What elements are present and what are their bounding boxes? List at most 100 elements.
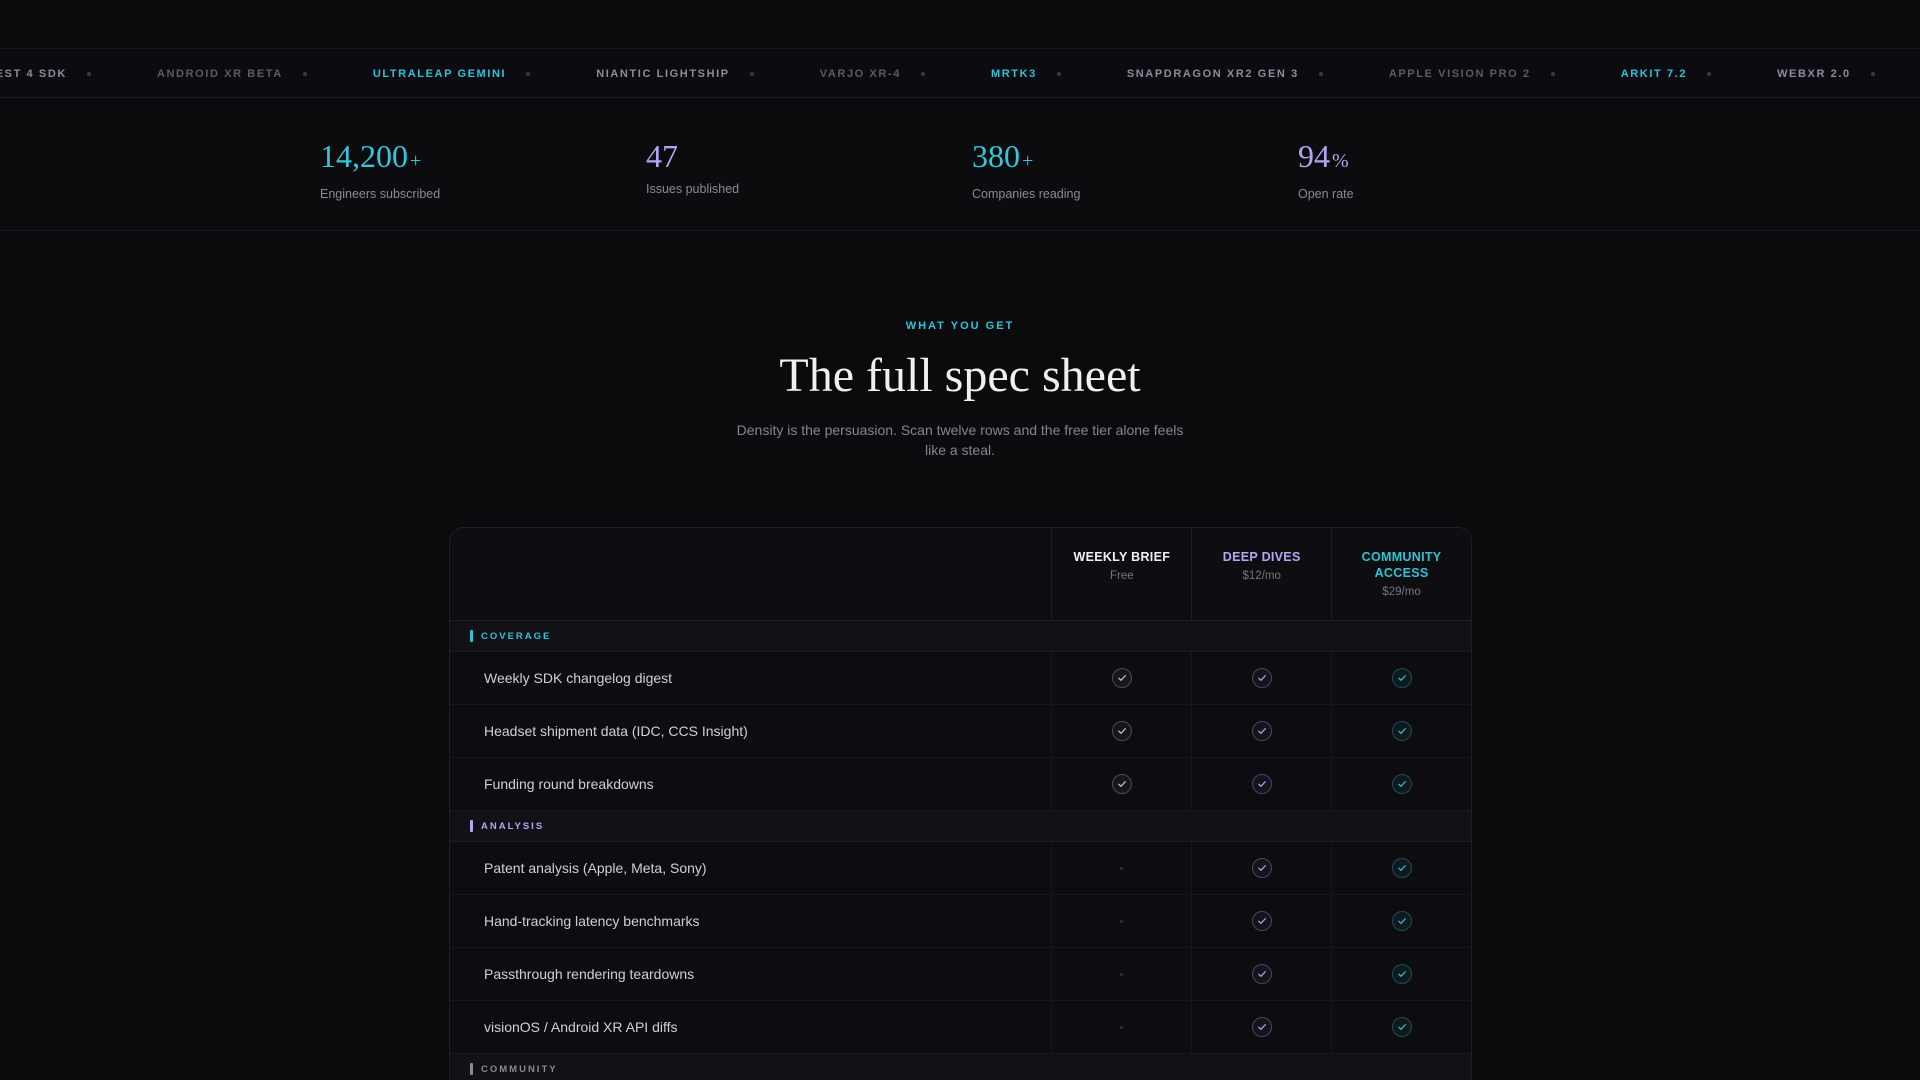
feature-cell [1191,705,1331,757]
stat-value: 94% [1298,138,1354,179]
stat-number: 47 [646,138,678,174]
plan-column-header: WEEKLY BRIEF Free [1051,528,1191,620]
check-icon [1391,721,1412,741]
stat-item: 94% Open rate [1298,138,1354,201]
stat-value: 14,200 + [320,138,440,179]
feature-cell [1051,842,1191,894]
stat-item: 380 + Companies reading [972,138,1080,201]
stat-item: 14,200 + Engineers subscribed [320,138,440,201]
not-included-dot-icon [1120,1025,1124,1029]
feature-cell [1051,705,1191,757]
check-icon [1391,911,1412,931]
stats-band: 14,200 + Engineers subscribed 47 Issues publ… [0,98,1920,231]
table-row: Funding round breakdowns [450,758,1471,811]
stat-suffix: % [1332,150,1349,172]
stat-label: Issues published [646,182,740,196]
feature-label: Passthrough rendering teardowns [484,966,695,982]
section-subtitle: Density is the persuasion. Scan twelve r… [736,422,1184,458]
stat-suffix: + [1022,150,1034,172]
plan-name: COMMUNITY ACCESS [1361,550,1442,580]
check-icon [1251,668,1272,688]
feature-cell [1051,948,1191,1000]
feature-group-header: COVERAGE [450,621,1471,652]
not-included-dot-icon [1120,972,1124,976]
stat-label: Companies reading [972,187,1081,201]
check-icon [1251,721,1272,741]
ticker-item: ARKIT 7.2 [1621,68,1777,80]
ticker-item: WEBXR 2.0 [1777,68,1920,80]
feature-cell [1191,1001,1331,1053]
table-row: Headset shipment data (IDC, CCS Insight) [450,705,1471,758]
feature-cell [1331,842,1471,894]
feature-cell [1331,758,1471,810]
ticker-item-label: WEBXR 2.0 [1777,68,1851,80]
feature-cell [1051,895,1191,947]
ticker-item: QUEST 4 SDK [0,68,157,80]
group-accent-bar [470,820,473,832]
spec-section-header: WHAT YOU GET The full spec sheet Density… [0,320,1920,460]
feature-cell [1051,758,1191,810]
stat-label: Engineers subscribed [320,187,441,201]
feature-cell [1051,652,1191,704]
feature-label: Headset shipment data (IDC, CCS Insight) [484,723,748,739]
ticker-separator-dot [1056,72,1061,76]
feature-group-header: COMMUNITY [450,1054,1471,1080]
group-label: ANALYSIS [481,820,545,832]
ticker-item-label: APPLE VISION PRO 2 [1388,68,1531,80]
stat-value: 47 [646,138,739,174]
feature-cell [1191,758,1331,810]
ticker-item-label: SNAPDRAGON XR2 GEN 3 [1126,68,1299,80]
check-icon [1251,964,1272,984]
feature-cell [1191,895,1331,947]
check-icon [1251,911,1272,931]
feature-group-header: ANALYSIS [450,811,1471,842]
ticker-item: ULTRALEAP GEMINI [373,68,596,80]
ticker-item: MRTK3 [991,68,1127,80]
ticker-separator-dot [1707,72,1712,76]
group-label: COVERAGE [481,630,552,642]
ticker-separator-dot [1870,72,1875,76]
ticker-separator-dot [1550,72,1555,76]
feature-cell [1331,948,1471,1000]
section-title: The full spec sheet [779,349,1141,402]
check-icon [1391,858,1412,878]
stat-label: Open rate [1298,187,1354,201]
stat-item: 47 Issues published [646,138,739,196]
plan-price: Free [1110,570,1134,582]
check-icon [1111,668,1132,688]
ticker-item: APPLE VISION PRO 2 [1389,68,1621,80]
table-row: Weekly SDK changelog digest [450,652,1471,705]
not-included-dot-icon [1120,919,1124,923]
feature-cell [1331,1001,1471,1053]
check-icon [1391,774,1412,794]
feature-cell [1051,1001,1191,1053]
feature-label: visionOS / Android XR API diffs [484,1019,678,1035]
feature-cell [1191,652,1331,704]
check-icon [1111,721,1132,741]
stat-number: 94 [1298,138,1330,174]
stat-number: 14,200 [320,138,408,174]
ticker-item-label: VARJO XR-4 [819,68,901,80]
feature-label: Patent analysis (Apple, Meta, Sony) [484,860,707,876]
check-icon [1251,858,1272,878]
ticker-track: QUEST 4 SDK ANDROID XR BETA ULTRALEAP GEMI… [0,49,1920,97]
plan-column-header: DEEP DIVES $12/mo [1191,528,1331,620]
feature-cell [1331,895,1471,947]
plan-name: WEEKLY BRIEF [1073,550,1171,564]
table-row: Hand-tracking latency benchmarks [450,895,1471,948]
ticker-separator-dot [526,72,531,76]
feature-label: Funding round breakdowns [484,776,654,792]
feature-label: Hand-tracking latency benchmarks [484,913,700,929]
ticker-item-label: ARKIT 7.2 [1620,68,1688,80]
not-included-dot-icon [1120,866,1124,870]
group-accent-bar [470,630,473,642]
feature-label: Weekly SDK changelog digest [484,670,673,686]
stat-value: 380 + [972,138,1080,179]
ticker-separator-dot [302,72,307,76]
table-header-spacer [450,528,1051,620]
ticker-item-label: ULTRALEAP GEMINI [372,68,507,80]
ticker-separator-dot [920,72,925,76]
comparison-table: WEEKLY BRIEF Free DEEP DIVES $12/mo COMMUNIT… [449,527,1472,1080]
ticker-item-label: NIANTIC LIGHTSHIP [596,68,730,80]
table-header: WEEKLY BRIEF Free DEEP DIVES $12/mo COMMUNIT… [450,528,1471,621]
